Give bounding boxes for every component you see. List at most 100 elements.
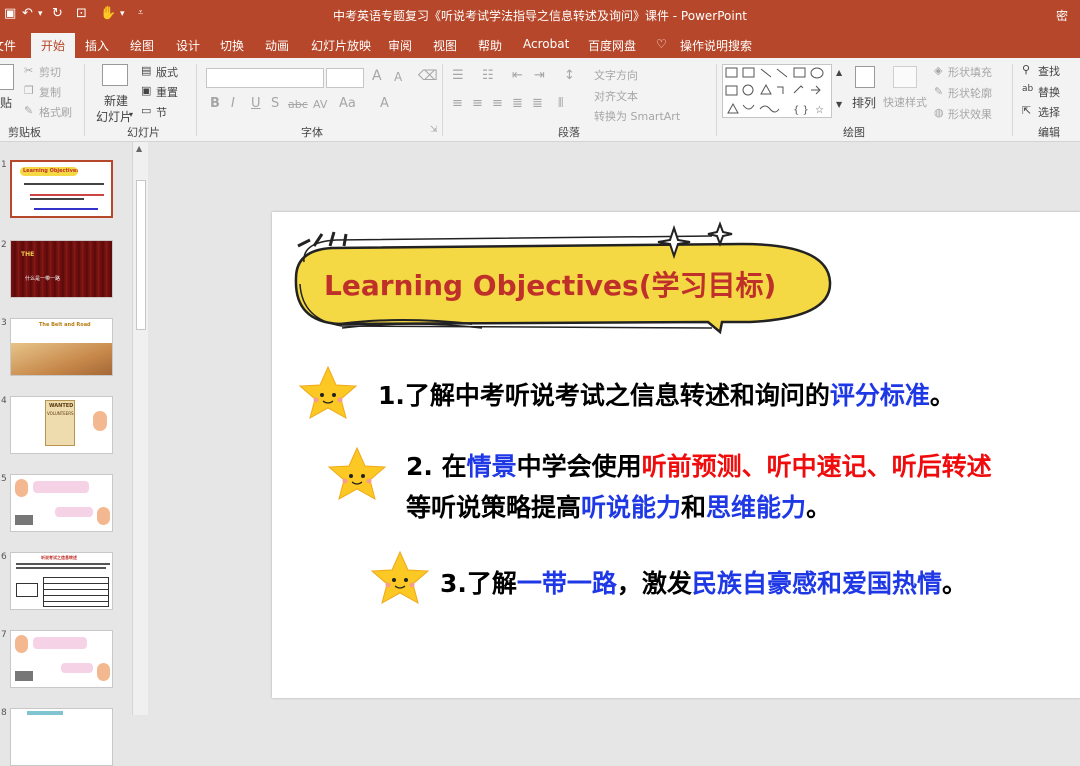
cut-button[interactable]: 剪切 [39, 64, 61, 80]
replace-icon[interactable]: ab [1022, 84, 1033, 94]
tell-me-search[interactable]: 操作说明搜索 [680, 37, 752, 54]
change-case-button[interactable]: Aa [339, 96, 356, 111]
strikethrough-button[interactable]: abc [288, 98, 308, 111]
align-left-icon[interactable]: ≡ [452, 96, 463, 111]
thumb-title: Learning Objectives(学习目标) [20, 167, 78, 176]
slide-title[interactable]: Learning Objectives(学习目标) [324, 264, 776, 304]
numbering-icon[interactable]: ☷ [482, 68, 494, 83]
objective-2-line2[interactable]: 等听说策略提高听说能力和思维能力。 [406, 488, 831, 524]
layout-icon[interactable]: ▤ [141, 64, 151, 77]
new-slide-label2[interactable]: 幻灯片 [96, 108, 132, 125]
tab-animations[interactable]: 动画 [265, 37, 289, 54]
slide-thumbnail-6[interactable]: 听说考试之信息转述 [10, 552, 113, 610]
italic-button[interactable]: I [231, 96, 235, 111]
paste-label[interactable]: 贴 [0, 94, 12, 111]
effects-icon[interactable]: ◍ [934, 106, 944, 119]
underline-button[interactable]: U [251, 96, 261, 111]
text-direction-button[interactable]: 文字方向 [594, 67, 638, 83]
slide-thumbnail-1[interactable]: Learning Objectives(学习目标) [10, 160, 113, 218]
gallery-expand-icon[interactable]: ▼ [836, 100, 842, 109]
arrange-icon[interactable] [855, 66, 875, 88]
align-text-button[interactable]: 对齐文本 [594, 88, 638, 104]
layout-button[interactable]: 版式 [156, 64, 178, 80]
bold-button[interactable]: B [210, 96, 220, 111]
shrink-font-button[interactable]: A [394, 70, 402, 84]
scroll-up-icon[interactable]: ▲ [136, 144, 142, 153]
shapes-gallery[interactable]: { } ☆ [722, 64, 832, 118]
increase-indent-icon[interactable]: ⇥ [534, 68, 545, 83]
tab-acrobat[interactable]: Acrobat [523, 37, 569, 51]
outline-icon[interactable]: ✎ [934, 85, 943, 98]
grow-font-button[interactable]: A [372, 68, 382, 84]
font-name-input[interactable] [206, 68, 324, 88]
arrange-button[interactable]: 排列 [852, 94, 876, 111]
objective-1[interactable]: 1.了解中考听说考试之信息转述和询问的评分标准。 [378, 376, 955, 412]
font-color-button[interactable]: A [380, 96, 389, 111]
current-slide[interactable]: Learning Objectives(学习目标) 1.了解中考听说考试之信息转… [272, 212, 1080, 698]
quick-styles-icon[interactable] [893, 66, 917, 88]
shape-outline-button[interactable]: 形状轮廓 [948, 85, 992, 101]
objective-3[interactable]: 3.了解一带一路，激发民族自豪感和爱国热情。 [440, 564, 967, 600]
line-spacing-icon[interactable]: ↕ [564, 68, 575, 83]
account-name[interactable]: 密 [1056, 7, 1068, 24]
tab-slideshow[interactable]: 幻灯片放映 [311, 37, 371, 54]
dialog-launcher-icon[interactable]: ⇲ [430, 125, 438, 135]
slide-thumbnail-2[interactable]: THE 什么是一带一路 [10, 240, 113, 298]
tab-view[interactable]: 视图 [433, 37, 457, 54]
slide-thumbnail-7[interactable] [10, 630, 113, 688]
shadow-button[interactable]: S [271, 96, 279, 111]
format-painter-button[interactable]: 格式刷 [39, 104, 72, 120]
tab-file[interactable]: 文件 [0, 37, 16, 54]
tab-baidu[interactable]: 百度网盘 [588, 37, 636, 54]
replace-button[interactable]: 替换 [1038, 84, 1060, 100]
tab-home[interactable]: 开始 [31, 33, 76, 58]
find-icon[interactable]: ⚲ [1022, 63, 1030, 76]
chevron-down-icon[interactable]: ▾ [129, 110, 133, 119]
section-button[interactable]: 节 [156, 104, 167, 120]
objective-2-line1[interactable]: 2. 在情景中学会使用听前预测、听中速记、听后转述 [406, 447, 992, 483]
copy-button[interactable]: 复制 [39, 84, 61, 100]
smartart-button[interactable]: 转换为 SmartArt [594, 108, 680, 124]
section-icon[interactable]: ▭ [141, 104, 151, 117]
slide-thumbnail-8[interactable] [10, 708, 113, 766]
reset-button[interactable]: 重置 [156, 84, 178, 100]
select-icon[interactable]: ⇱ [1022, 104, 1031, 117]
clear-format-icon[interactable]: ⌫ [418, 68, 438, 84]
new-slide-button[interactable]: 新建 [104, 92, 128, 109]
font-size-input[interactable] [326, 68, 364, 88]
find-button[interactable]: 查找 [1038, 63, 1060, 79]
fill-icon[interactable]: ◈ [934, 64, 942, 77]
justify-icon[interactable]: ≣ [512, 96, 523, 111]
cut-icon[interactable]: ✂ [24, 64, 33, 77]
align-center-icon[interactable]: ≡ [472, 96, 483, 111]
align-right-icon[interactable]: ≡ [492, 96, 503, 111]
tab-draw[interactable]: 绘图 [130, 37, 154, 54]
columns-icon[interactable]: ⫴ [558, 96, 563, 111]
new-slide-icon[interactable] [102, 64, 128, 86]
format-painter-icon[interactable]: ✎ [24, 104, 33, 117]
tab-design[interactable]: 设计 [176, 37, 200, 54]
shape-fill-button[interactable]: 形状填充 [948, 64, 992, 80]
quick-styles-button[interactable]: 快速样式 [883, 94, 927, 110]
copy-icon[interactable]: ❐ [24, 84, 34, 97]
decrease-indent-icon[interactable]: ⇤ [512, 68, 523, 83]
tab-transitions[interactable]: 切换 [220, 37, 244, 54]
select-button[interactable]: 选择 [1038, 104, 1060, 120]
tab-help[interactable]: 帮助 [478, 37, 502, 54]
gallery-scroll-icon[interactable]: ▲ [836, 68, 842, 77]
slide-thumbnail-4[interactable]: WANTED VOLUNTEERS [10, 396, 113, 454]
slide-thumbnail-5[interactable] [10, 474, 113, 532]
scrollbar-thumb[interactable] [136, 180, 146, 330]
thumbnail-panel[interactable]: 1 Learning Objectives(学习目标) 2 THE 什么是一带一… [0, 142, 132, 766]
bullets-icon[interactable]: ☰ [452, 68, 464, 83]
shape-effects-button[interactable]: 形状效果 [948, 106, 992, 122]
ribbon: 贴 ✂ 剪切 ❐ 复制 ✎ 格式刷 剪贴板 新建 幻灯片 ▾ ▤ 版式 ▣ 重置… [0, 58, 1080, 142]
tab-insert[interactable]: 插入 [85, 37, 109, 54]
thumbnail-scrollbar[interactable]: ▲ [132, 142, 148, 715]
reset-icon[interactable]: ▣ [141, 84, 151, 97]
tab-review[interactable]: 审阅 [388, 37, 412, 54]
slide-thumbnail-3[interactable]: The Belt and Road [10, 318, 113, 376]
char-spacing-button[interactable]: AV [313, 98, 327, 111]
paste-icon[interactable] [0, 64, 14, 90]
distribute-icon[interactable]: ≣ [532, 96, 543, 111]
